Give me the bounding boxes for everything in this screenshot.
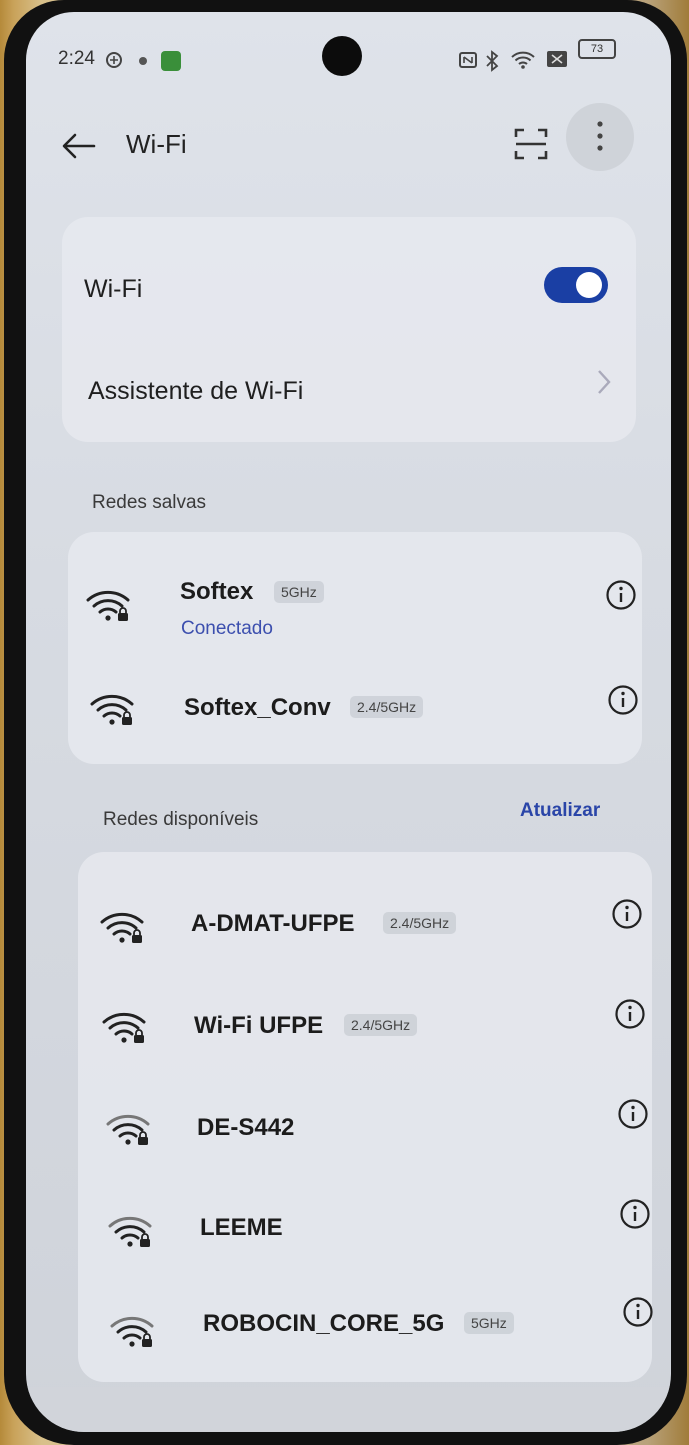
scan-icon[interactable] bbox=[514, 127, 548, 161]
band-badge: 2.4/5GHz bbox=[350, 696, 424, 718]
network-name: Softex_Conv bbox=[184, 694, 331, 721]
app-bar: Wi-Fi bbox=[26, 103, 671, 177]
notification-icon bbox=[136, 50, 150, 74]
saved-networks-title: Redes salvas bbox=[92, 492, 207, 513]
bluetooth-icon bbox=[484, 50, 500, 76]
wifi-status-icon bbox=[510, 50, 536, 74]
status-time: 2:24 bbox=[58, 48, 95, 69]
navigation-bar bbox=[26, 1387, 671, 1432]
network-row-softex[interactable]: Softex 5GHz Conectado bbox=[68, 554, 642, 654]
network-name: Wi-Fi UFPE bbox=[194, 1012, 324, 1039]
back-arrow-icon[interactable] bbox=[60, 131, 96, 161]
status-bar: 2:24 73 bbox=[26, 12, 671, 82]
network-row[interactable]: A-DMAT-UFPE 2.4/5GHz bbox=[78, 872, 652, 952]
available-networks-title: Redes disponíveis bbox=[103, 809, 259, 830]
network-row[interactable]: ROBOCIN_CORE_5G 5GHz bbox=[78, 1276, 654, 1356]
available-networks-card: A-DMAT-UFPE 2.4/5GHz Wi-Fi UFPE 2.4/5GHz bbox=[78, 852, 654, 1382]
network-row[interactable]: Wi-Fi UFPE 2.4/5GHz bbox=[78, 972, 652, 1052]
page-title: Wi-Fi bbox=[126, 129, 187, 159]
info-icon[interactable] bbox=[619, 1198, 651, 1230]
nfc-icon bbox=[458, 50, 478, 74]
vpn-icon bbox=[104, 50, 124, 74]
wifi-signal-lock-icon bbox=[110, 1316, 154, 1347]
network-name: A-DMAT-UFPE bbox=[191, 910, 355, 937]
more-vert-icon bbox=[597, 121, 603, 151]
wifi-signal-lock-icon bbox=[86, 590, 130, 621]
refresh-link[interactable]: Atualizar bbox=[520, 800, 600, 822]
network-row-softex-conv[interactable]: Softex_Conv 2.4/5GHz bbox=[68, 664, 642, 744]
connected-status: Conectado bbox=[181, 618, 273, 639]
band-badge: 2.4/5GHz bbox=[344, 1014, 418, 1036]
wifi-assistant-row[interactable]: Assistente de Wi-Fi bbox=[62, 347, 636, 427]
wifi-settings-card: Wi-Fi Assistente de Wi-Fi bbox=[62, 217, 636, 442]
network-name: ROBOCIN_CORE_5G bbox=[203, 1310, 445, 1337]
sim-icon bbox=[546, 50, 568, 72]
info-icon[interactable] bbox=[605, 579, 637, 611]
wifi-signal-lock-icon bbox=[108, 1216, 152, 1247]
wifi-signal-lock-icon bbox=[102, 1012, 146, 1043]
saved-networks-card: Softex 5GHz Conectado Softex_Conv 2.4/5G… bbox=[68, 532, 642, 764]
wifi-signal-lock-icon bbox=[106, 1114, 150, 1145]
band-badge: 5GHz bbox=[274, 581, 324, 603]
camera-hole bbox=[322, 36, 362, 76]
info-icon[interactable] bbox=[622, 1296, 654, 1328]
network-name: DE-S442 bbox=[197, 1114, 295, 1141]
screen: 2:24 73 Wi-Fi Wi-Fi Assistente de Wi-Fi … bbox=[26, 12, 671, 1432]
wifi-toggle-label: Wi-Fi bbox=[84, 275, 143, 303]
more-options-button[interactable] bbox=[566, 103, 634, 171]
phone-frame: 2:24 73 Wi-Fi Wi-Fi Assistente de Wi-Fi … bbox=[4, 0, 687, 1445]
network-row[interactable]: LEEME bbox=[78, 1176, 652, 1256]
band-badge: 2.4/5GHz bbox=[383, 912, 457, 934]
wifi-signal-lock-icon bbox=[90, 694, 134, 725]
info-icon[interactable] bbox=[607, 684, 639, 716]
chevron-right-icon bbox=[598, 370, 611, 394]
toggle-knob bbox=[576, 272, 602, 298]
band-badge: 5GHz bbox=[464, 1312, 514, 1334]
wifi-toggle-switch[interactable] bbox=[544, 267, 608, 303]
network-name: LEEME bbox=[200, 1214, 283, 1241]
app-icon bbox=[160, 50, 182, 76]
network-row[interactable]: DE-S442 bbox=[78, 1074, 652, 1154]
wifi-signal-lock-icon bbox=[100, 912, 144, 943]
wifi-toggle-row[interactable]: Wi-Fi bbox=[62, 247, 636, 327]
battery-icon: 73 bbox=[578, 39, 616, 59]
info-icon[interactable] bbox=[617, 1098, 649, 1130]
wifi-assistant-label: Assistente de Wi-Fi bbox=[88, 377, 304, 405]
info-icon[interactable] bbox=[611, 898, 643, 930]
network-name: Softex bbox=[180, 578, 254, 605]
info-icon[interactable] bbox=[614, 998, 646, 1030]
